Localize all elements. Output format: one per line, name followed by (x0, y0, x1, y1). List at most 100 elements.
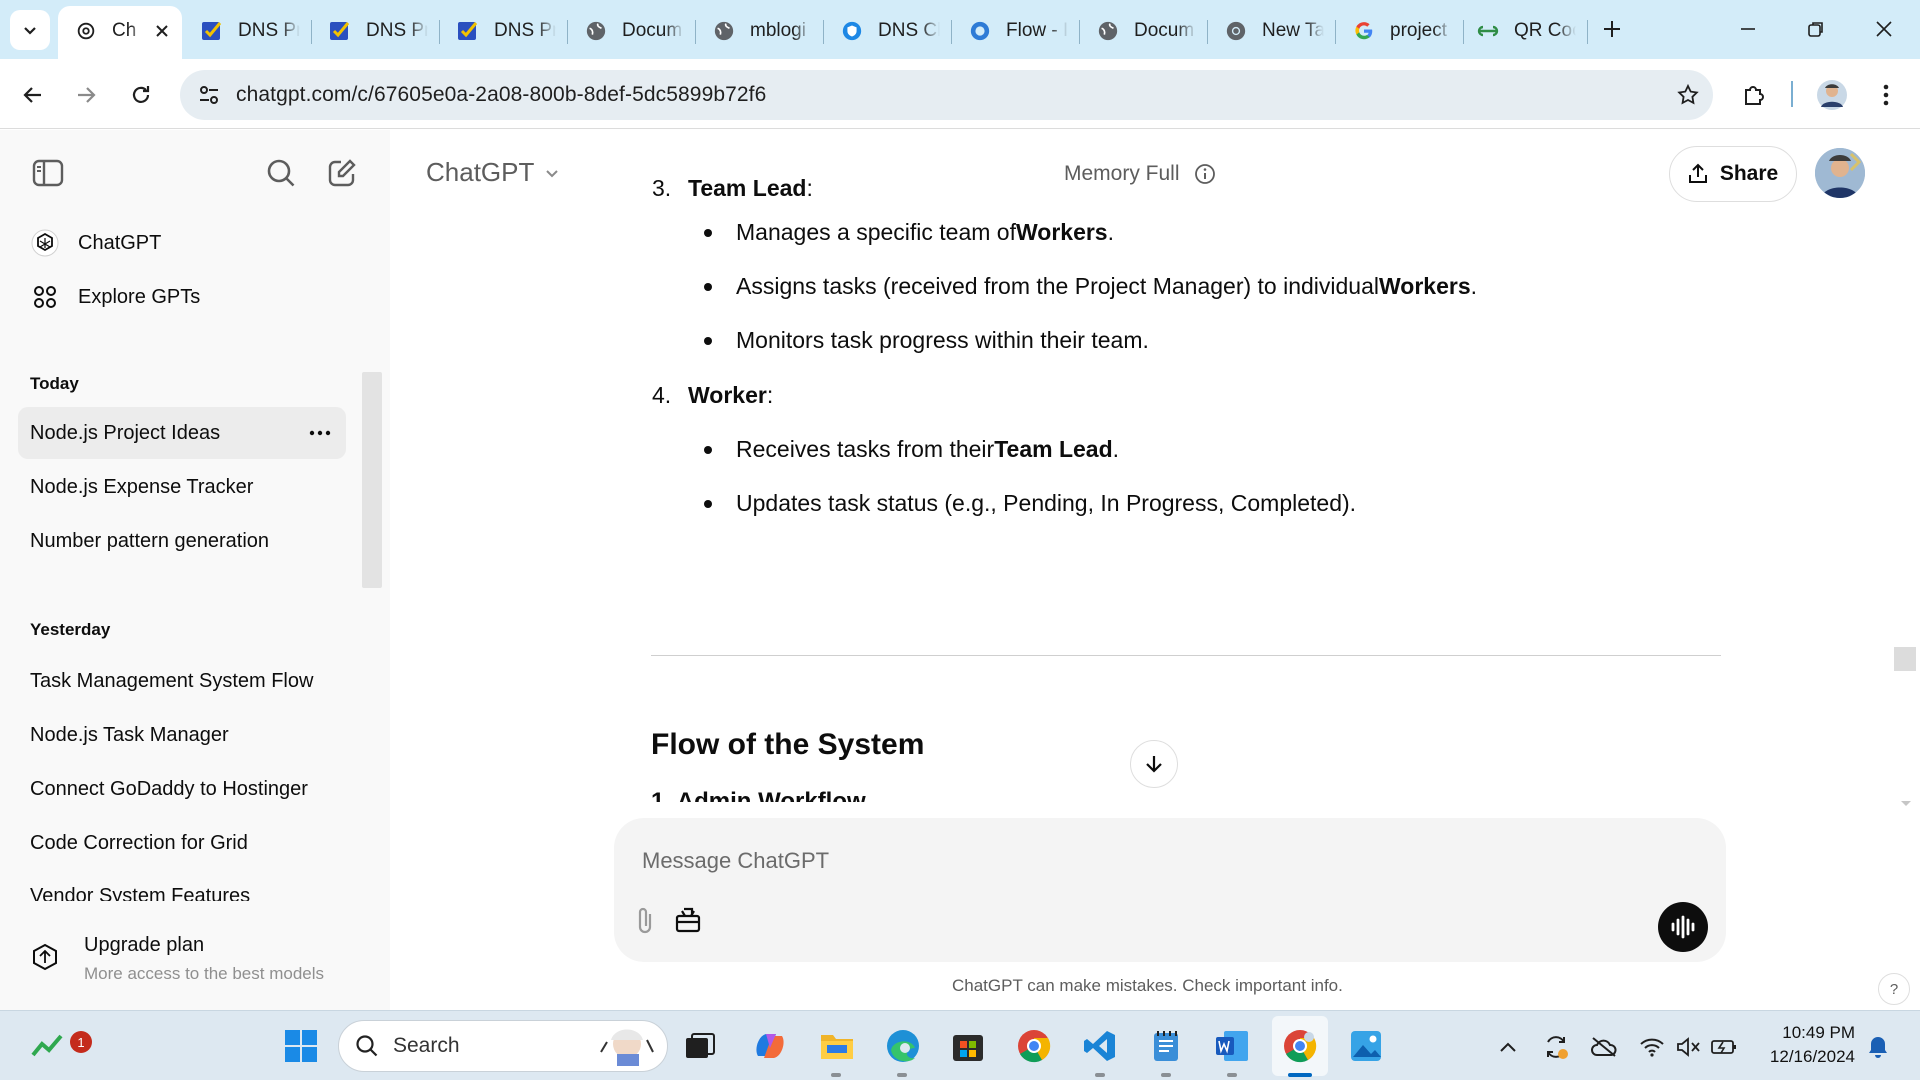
tab-label: QR Coc (1514, 20, 1576, 41)
sidebar-chat-node-project-ideas[interactable]: Node.js Project Ideas (18, 407, 346, 459)
battery-button[interactable] (1710, 1033, 1738, 1061)
show-hidden-icons-button[interactable] (1494, 1033, 1522, 1061)
chevron-down-icon (544, 165, 560, 181)
bullet-item: Monitors task progress within their team… (704, 327, 1149, 354)
tools-button[interactable] (670, 902, 706, 938)
start-button[interactable] (278, 1023, 324, 1069)
clock-time: 10:49 PM (1782, 1023, 1855, 1042)
clock[interactable]: 10:49 PM 12/16/2024 (1755, 1021, 1855, 1069)
sync-status-button[interactable] (1542, 1033, 1570, 1061)
model-selector[interactable]: ChatGPT (426, 157, 560, 188)
extensions-button[interactable] (1734, 75, 1774, 115)
notifications-button[interactable] (1864, 1033, 1892, 1061)
message-input[interactable]: Message ChatGPT (642, 848, 829, 874)
tab-divider (1463, 20, 1464, 44)
word-button[interactable] (1209, 1023, 1255, 1069)
tab-dns-checker[interactable]: DNS Cl (840, 10, 940, 52)
user-avatar[interactable] (1815, 148, 1865, 198)
notepad-button[interactable] (1143, 1023, 1189, 1069)
vscode-button[interactable] (1077, 1023, 1123, 1069)
share-button[interactable]: Share (1669, 146, 1797, 202)
sidebar-item-chatgpt[interactable]: ChatGPT (18, 217, 346, 269)
tab-qr-code[interactable]: QR Coc (1476, 10, 1576, 52)
bullet-dot (704, 282, 712, 291)
memory-status[interactable]: Memory Full (1064, 162, 1216, 186)
url-text: chatgpt.com/c/67605e0a-2a08-800b-8def-5d… (236, 83, 767, 106)
new-chat-button[interactable] (322, 153, 362, 193)
voice-waveform-icon (1670, 915, 1696, 939)
photos-button[interactable] (1343, 1023, 1389, 1069)
restore-button[interactable] (1784, 6, 1848, 52)
widgets-button[interactable]: 1 (24, 1023, 92, 1069)
sidebar-chat-item[interactable]: Vendor System Features (18, 871, 346, 901)
sidebar-chat-item[interactable]: Task Management System Flow (18, 655, 346, 707)
more-options-icon[interactable] (308, 423, 332, 443)
taskbar-search[interactable]: Search (338, 1020, 668, 1072)
chrome-button[interactable] (1011, 1023, 1057, 1069)
tab-document-2[interactable]: Docum (1096, 10, 1196, 52)
reload-button[interactable] (121, 75, 161, 115)
url-bar[interactable]: chatgpt.com/c/67605e0a-2a08-800b-8def-5d… (180, 70, 1713, 120)
tab-divider (311, 20, 312, 44)
tab-flow[interactable]: Flow - I (968, 10, 1068, 52)
new-tab-button[interactable] (1580, 6, 1644, 52)
tab-google-project[interactable]: project (1352, 10, 1452, 52)
message-composer[interactable]: Message ChatGPT (614, 818, 1726, 962)
forward-button[interactable] (66, 75, 106, 115)
scroll-to-bottom-button[interactable] (1130, 740, 1178, 788)
edge-icon (885, 1028, 921, 1064)
section-heading: Flow of the System (651, 728, 925, 761)
tab-document-1[interactable]: Docum (584, 10, 684, 52)
browser-tab-bar: Ch DNS Pr DNS Pr DNS Pr Docum mblogi DNS… (0, 0, 1920, 59)
copilot-button[interactable] (747, 1023, 793, 1069)
attach-button[interactable] (628, 902, 664, 938)
tab-mblogi[interactable]: mblogi (712, 10, 812, 52)
task-view-button[interactable] (677, 1023, 723, 1069)
upload-icon (1688, 163, 1708, 185)
sidebar-item-explore-gpts[interactable]: Explore GPTs (18, 271, 346, 323)
volume-button[interactable] (1674, 1033, 1702, 1061)
store-button[interactable] (945, 1023, 991, 1069)
tab-close-button[interactable] (148, 10, 176, 52)
back-button[interactable] (13, 75, 53, 115)
toggle-sidebar-button[interactable] (28, 153, 68, 193)
close-window-button[interactable] (1852, 6, 1916, 52)
search-highlight-icon (597, 1024, 659, 1068)
tab-dns-1[interactable]: DNS Pr (200, 10, 300, 52)
tab-divider (695, 20, 696, 44)
onedrive-button[interactable] (1590, 1033, 1618, 1061)
sidebar-scrollbar[interactable] (362, 372, 382, 588)
upgrade-plan-button[interactable]: Upgrade plan More access to the best mod… (18, 920, 358, 1000)
browser-menu-button[interactable] (1866, 75, 1906, 115)
tab-new-tab[interactable]: New Ta (1224, 10, 1324, 52)
tab-search-button[interactable] (10, 10, 50, 50)
sidebar-chat-item[interactable]: Node.js Expense Tracker (18, 461, 346, 513)
chat-scrollbar[interactable] (1894, 647, 1916, 671)
sidebar-chat-item[interactable]: Number pattern generation (18, 515, 346, 567)
file-explorer-button[interactable] (814, 1023, 860, 1069)
globe-icon (1096, 19, 1120, 43)
site-settings-icon[interactable] (196, 82, 222, 108)
chrome-active-button[interactable] (1277, 1023, 1323, 1069)
wifi-button[interactable] (1638, 1033, 1666, 1061)
sidebar-chat-item[interactable]: Code Correction for Grid (18, 817, 346, 869)
search-chats-button[interactable] (261, 153, 301, 193)
chat-title: Node.js Task Manager (30, 723, 229, 746)
search-label: Search (393, 1034, 460, 1057)
bullet-text: Manages a specific team of (736, 219, 1016, 245)
sidebar-chat-item[interactable]: Connect GoDaddy to Hostinger (18, 763, 346, 815)
bookmark-star-icon[interactable] (1675, 82, 1701, 108)
tab-label: New Ta (1262, 20, 1324, 41)
edge-button[interactable] (880, 1023, 926, 1069)
tab-label: DNS Pr (238, 20, 300, 41)
chevron-up-icon (1499, 1041, 1517, 1053)
toolbox-icon (673, 905, 703, 935)
help-button[interactable]: ? (1878, 973, 1910, 1005)
tab-dns-2[interactable]: DNS Pr (328, 10, 428, 52)
minimize-button[interactable] (1716, 6, 1780, 52)
list-item-title: Team Lead (688, 175, 807, 201)
profile-button[interactable] (1812, 75, 1852, 115)
tab-dns-3[interactable]: DNS Pr (456, 10, 556, 52)
voice-mode-button[interactable] (1658, 902, 1708, 952)
sidebar-chat-item[interactable]: Node.js Task Manager (18, 709, 346, 761)
